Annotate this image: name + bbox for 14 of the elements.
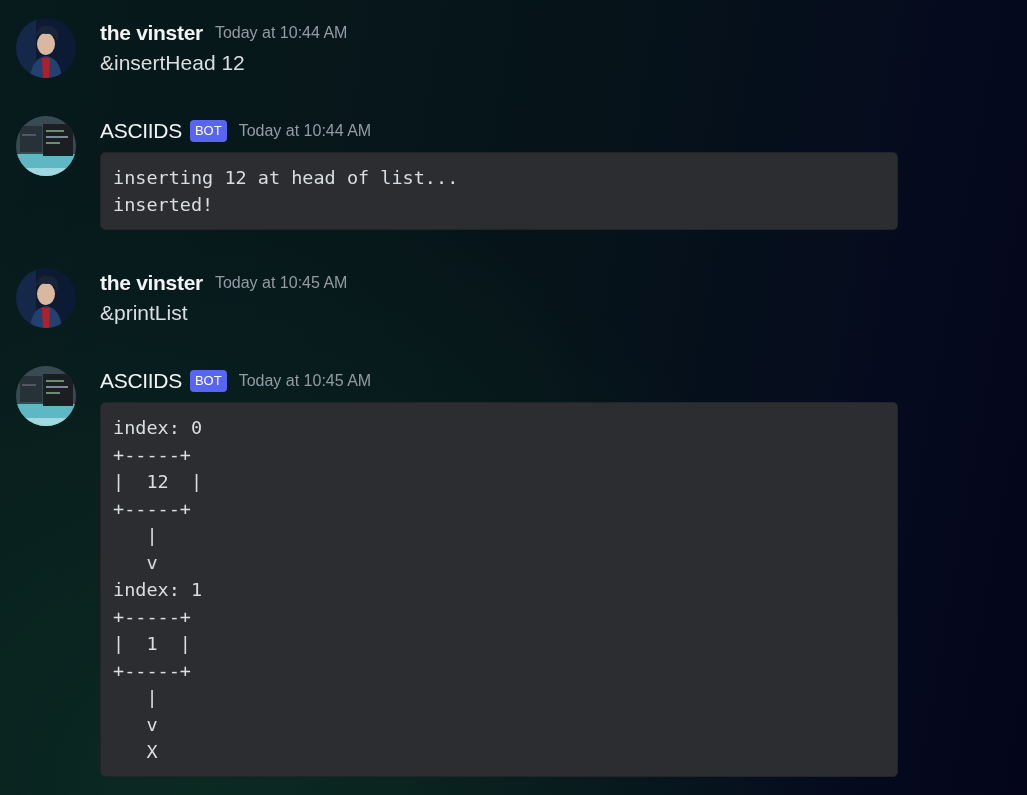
timestamp: Today at 10:45 AM [214,274,348,292]
code-block: inserting 12 at head of list... inserted! [100,152,898,230]
author-name[interactable]: ASCIIDS [100,119,182,143]
timestamp: Today at 10:44 AM [214,24,348,42]
author-name[interactable]: the vinster [100,21,203,45]
timestamp: Today at 10:44 AM [238,122,372,140]
bot-tag: BOT [189,120,227,142]
author-name[interactable]: the vinster [100,271,203,295]
author-name[interactable]: ASCIIDS [100,369,182,393]
message-text: &insertHead 12 [100,50,246,76]
bot-tag: BOT [189,370,227,392]
timestamp: Today at 10:45 AM [238,372,372,390]
message-text: &printList [100,300,189,326]
code-block: index: 0 +-----+ | 12 | +-----+ | v index: 1 +-----+ | 1 | +-----+ | v X [100,402,898,777]
